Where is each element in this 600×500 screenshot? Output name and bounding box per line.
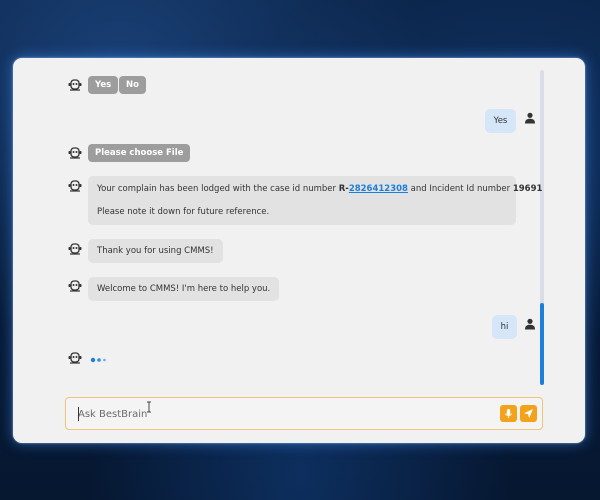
complaint-line-1: Your complain has been lodged with the c… <box>97 184 542 194</box>
send-button[interactable] <box>520 405 537 422</box>
chat-panel: Yes No Yes Please choose File Your compl… <box>13 58 585 443</box>
complaint-line-2: Please note it down for future reference… <box>97 207 270 217</box>
incident-id: 19691 <box>512 184 543 194</box>
user-icon <box>525 112 535 124</box>
complaint-text-prefix: Your complain has been lodged with the c… <box>97 184 339 194</box>
case-id-link[interactable]: 2826412308 <box>349 184 408 194</box>
complaint-message: Your complain has been lodged with the c… <box>88 176 542 225</box>
robot-icon <box>68 79 82 91</box>
mouse-cursor-icon <box>147 401 151 413</box>
thanks-message: Thank you for using CMMS! <box>88 239 223 263</box>
user-message-yes: Yes <box>485 109 516 133</box>
chat-input[interactable] <box>78 405 478 423</box>
scrollbar-thumb[interactable] <box>540 303 544 385</box>
choose-file-button[interactable]: Please choose File <box>88 144 191 162</box>
case-prefix: R- <box>338 184 349 194</box>
chat-input-box <box>65 397 543 430</box>
welcome-message: Welcome to CMMS! I'm here to help you. <box>88 277 280 301</box>
robot-icon <box>68 352 82 364</box>
user-icon <box>525 318 535 330</box>
robot-icon <box>68 243 82 255</box>
user-message-hi: hi <box>492 315 517 339</box>
robot-icon <box>68 180 82 192</box>
complaint-text-mid: and Incident Id number <box>407 184 513 194</box>
quick-reply-yes[interactable]: Yes <box>88 76 119 94</box>
robot-icon <box>68 280 82 292</box>
robot-icon <box>68 147 82 159</box>
mic-button[interactable] <box>500 405 517 422</box>
typing-indicator <box>90 357 106 363</box>
microphone-icon <box>505 409 512 418</box>
quick-reply-no[interactable]: No <box>119 76 146 94</box>
text-caret <box>78 407 79 421</box>
send-icon <box>524 409 533 418</box>
